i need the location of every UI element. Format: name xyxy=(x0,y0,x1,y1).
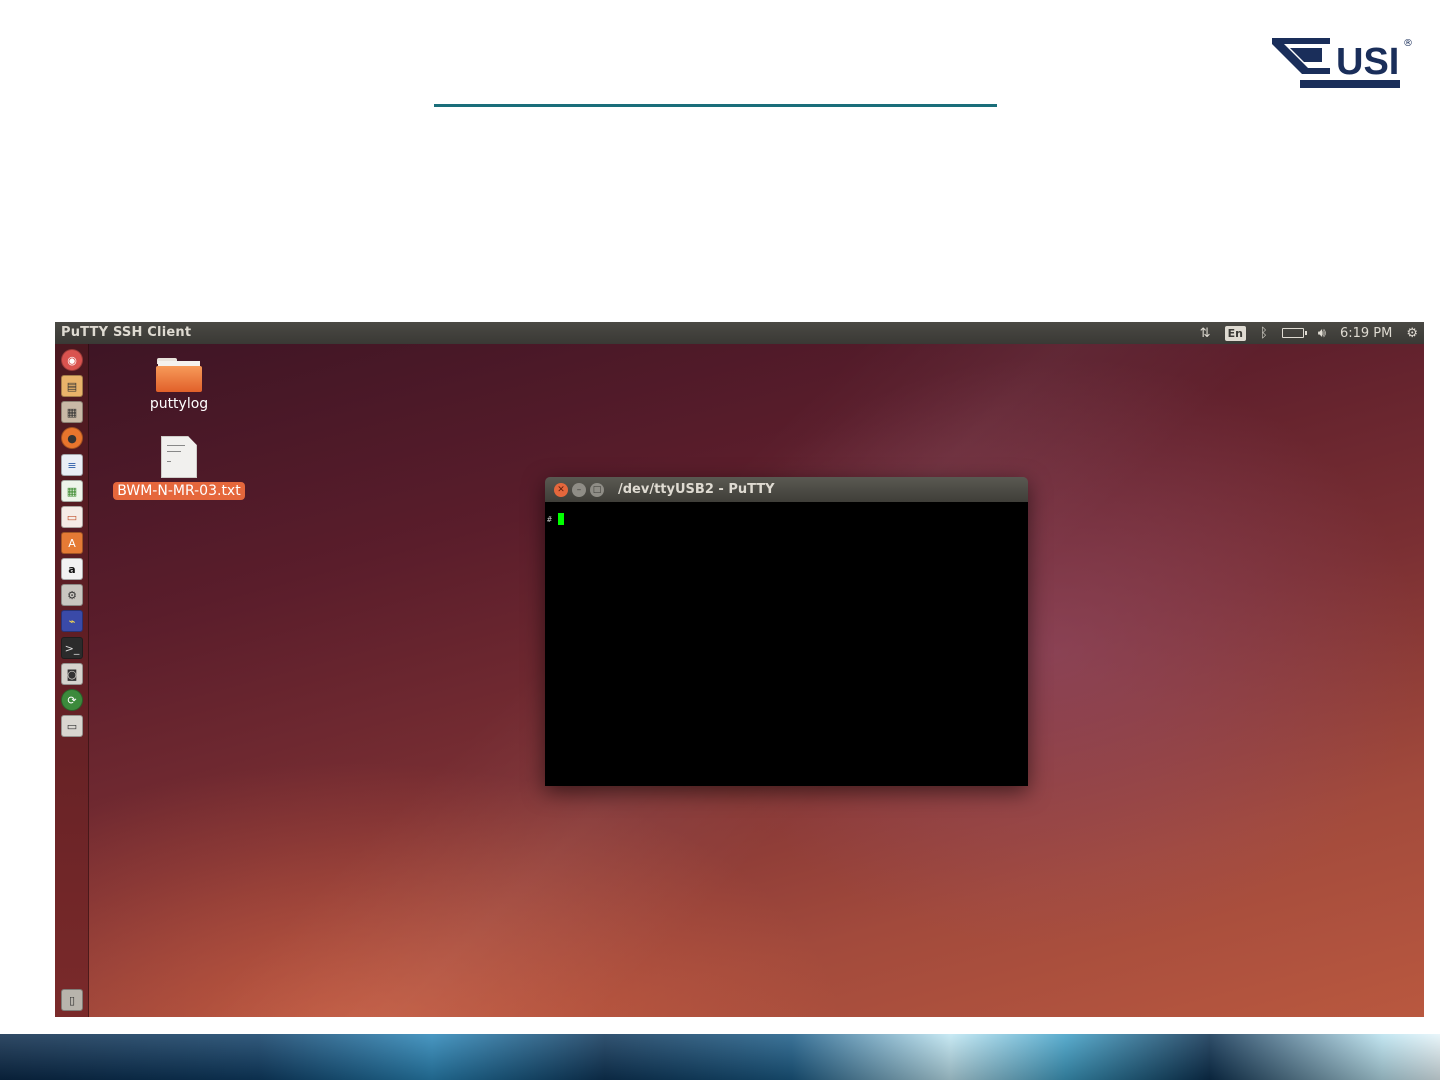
disk-icon[interactable]: ▭ xyxy=(61,715,83,737)
text-file-icon xyxy=(161,436,197,478)
desktop-icon-text-file[interactable]: BWM-N-MR-03.txt xyxy=(113,436,245,500)
ubuntu-dash-icon[interactable]: ◉ xyxy=(61,349,83,371)
close-window-button[interactable]: ✕ xyxy=(554,483,568,497)
settings-gear-icon[interactable]: ⚙ xyxy=(1406,326,1418,341)
top-panel: PuTTY SSH Client ⇅ En ᛒ 🔊︎ 6:19 PM ⚙ xyxy=(55,322,1424,344)
window-title: /dev/ttyUSB2 - PuTTY xyxy=(618,482,775,497)
terminal-prompt: # xyxy=(547,515,552,524)
terminal-icon[interactable]: >_ xyxy=(61,637,83,659)
launcher: ◉ ▤ ▦ ● ≡ ▦ ▭ A a ⚙ ⌁ >_ ◙ ⟳ ▭ ▯ xyxy=(55,344,89,1017)
update-manager-icon[interactable]: ⟳ xyxy=(61,689,83,711)
bluetooth-icon[interactable]: ᛒ xyxy=(1260,326,1268,341)
minimize-window-button[interactable]: – xyxy=(572,483,586,497)
window-titlebar[interactable]: ✕ – □ /dev/ttyUSB2 - PuTTY xyxy=(545,477,1028,502)
title-underline xyxy=(434,104,997,107)
writer-icon[interactable]: ≡ xyxy=(61,454,83,476)
active-app-title: PuTTY SSH Client xyxy=(61,325,192,340)
screenshot-icon[interactable]: ◙ xyxy=(61,663,83,685)
terminal-cursor xyxy=(558,513,564,525)
battery-icon[interactable] xyxy=(1281,328,1307,338)
archive-icon[interactable]: ▦ xyxy=(61,401,83,423)
impress-icon[interactable]: ▭ xyxy=(61,506,83,528)
clock[interactable]: 6:19 PM xyxy=(1340,326,1392,341)
usi-logo: USI ® xyxy=(1272,38,1413,88)
folder-icon xyxy=(156,358,202,392)
desktop-icon-folder[interactable]: puttylog xyxy=(139,358,219,412)
firefox-icon[interactable]: ● xyxy=(61,427,83,449)
putty-window[interactable]: ✕ – □ /dev/ttyUSB2 - PuTTY # xyxy=(545,477,1028,786)
software-center-icon[interactable]: A xyxy=(61,532,83,554)
trash-icon[interactable]: ▯ xyxy=(61,989,83,1011)
system-settings-icon[interactable]: ⚙ xyxy=(61,584,83,606)
slide: USI ® PuTTY SSH Client ⇅ En ᛒ 🔊︎ 6:19 PM… xyxy=(0,0,1440,1080)
files-icon[interactable]: ▤ xyxy=(61,375,83,397)
desktop-icon-label: puttylog xyxy=(149,396,209,412)
desktop-icon-label-selected: BWM-N-MR-03.txt xyxy=(113,482,245,500)
putty-icon[interactable]: ⌁ xyxy=(61,610,83,632)
logo-text: USI xyxy=(1336,41,1399,83)
calc-icon[interactable]: ▦ xyxy=(61,480,83,502)
maximize-window-button[interactable]: □ xyxy=(590,483,604,497)
network-updown-icon[interactable]: ⇅ xyxy=(1200,326,1211,341)
amazon-icon[interactable]: a xyxy=(61,558,83,580)
keyboard-language-indicator[interactable]: En xyxy=(1224,325,1246,341)
registered-mark: ® xyxy=(1403,38,1413,49)
volume-icon[interactable]: 🔊︎ xyxy=(1318,326,1326,341)
ubuntu-desktop-screenshot: PuTTY SSH Client ⇅ En ᛒ 🔊︎ 6:19 PM ⚙ ◉ ▤… xyxy=(55,322,1424,1017)
decorative-footer-band xyxy=(0,1034,1440,1080)
system-tray: ⇅ En ᛒ 🔊︎ 6:19 PM ⚙ xyxy=(1200,322,1418,344)
terminal-area[interactable]: # xyxy=(545,502,1028,786)
